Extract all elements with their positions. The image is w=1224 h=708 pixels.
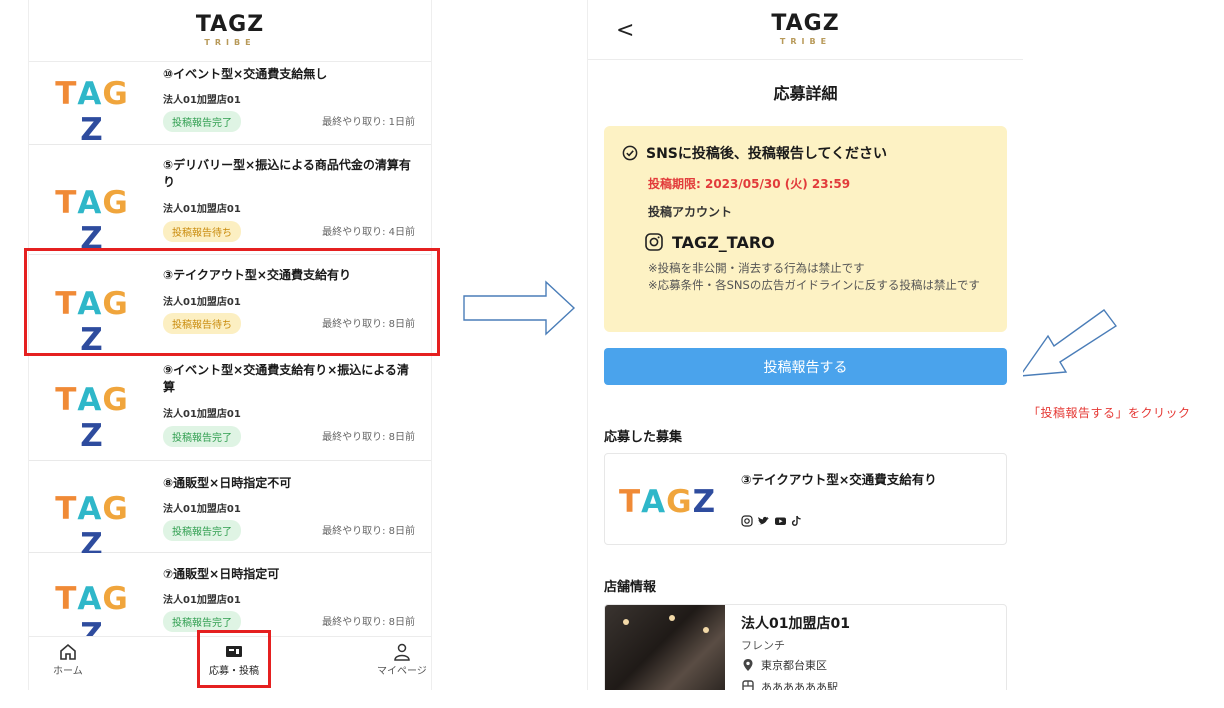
status-badge: 投稿報告完了 — [163, 426, 241, 447]
status-badge: 投稿報告完了 — [163, 611, 241, 632]
tagz-thumbnail-logo: TAGZ — [55, 286, 129, 358]
post-notice-box: SNSに投稿後、投稿報告してください 投稿期限: 2023/05/30 (火) … — [604, 126, 1007, 332]
tagz-thumbnail-logo: TAGZ — [55, 185, 129, 257]
check-circle-icon — [622, 145, 638, 161]
nav-mypage[interactable]: マイページ — [377, 643, 427, 677]
list-item-shop: 法人01加盟店01 — [163, 95, 241, 106]
notice-heading: SNSに投稿後、投稿報告してください — [622, 143, 887, 163]
nav-apply-label: 応募・投稿 — [209, 666, 259, 677]
twitter-icon — [758, 516, 769, 525]
applied-recruit-title: ③テイクアウト型×交通費支給有り — [741, 472, 937, 487]
account-label: 投稿アカウント — [648, 205, 733, 219]
shop-photo — [605, 605, 725, 690]
tagz-thumbnail-logo: TAGZ — [619, 484, 717, 520]
location-pin-icon — [743, 659, 753, 671]
shop-name: 法人01加盟店01 — [741, 616, 850, 632]
user-icon — [394, 643, 410, 661]
page-title: 応募詳細 — [773, 84, 838, 103]
train-icon — [742, 680, 754, 690]
post-deadline: 投稿期限: 2023/05/30 (火) 23:59 — [648, 177, 851, 191]
last-contact: 最終やり取り: 8日前 — [322, 319, 415, 330]
applied-recruit-card[interactable]: TAGZ ③テイクアウト型×交通費支給有り — [604, 453, 1007, 545]
nav-mypage-label: マイページ — [377, 666, 427, 677]
app-header: TAGZ TRIBE — [29, 0, 431, 62]
home-icon — [60, 643, 76, 660]
list-item[interactable]: TAGZ ⑤デリバリー型×振込による商品代金の清算有り 法人01加盟店01 投稿… — [29, 145, 431, 257]
list-item-title: ⑤デリバリー型×振込による商品代金の清算有り — [163, 158, 411, 189]
right-phone-screen: TAGZ TRIBE < 応募詳細 SNSに投稿後、投稿報告してください 投稿期… — [587, 0, 1023, 690]
shop-station: ああああああ駅 — [741, 679, 838, 690]
shop-address-text: 東京都台東区 — [761, 659, 827, 672]
application-list: TAGZ ⑩イベント型×交通費支給無し 法人01加盟店01 投稿報告完了 最終や… — [29, 62, 431, 653]
notice-note-2: ※応募条件・各SNSの広告ガイドラインに反する投稿は禁止です — [648, 278, 980, 292]
status-badge: 投稿報告完了 — [163, 111, 241, 132]
tiktok-icon — [791, 515, 801, 526]
status-badge: 投稿報告待ち — [163, 221, 241, 242]
tagz-logo: TAGZ — [195, 12, 265, 37]
last-contact: 最終やり取り: 1日前 — [322, 117, 415, 128]
list-item[interactable]: TAGZ ⑩イベント型×交通費支給無し 法人01加盟店01 投稿報告完了 最終や… — [29, 62, 431, 148]
shop-address: 東京都台東区 — [741, 657, 827, 673]
status-badge: 投稿報告待ち — [163, 313, 241, 334]
applied-section-title: 応募した募集 — [604, 430, 683, 445]
ticket-icon — [226, 646, 242, 657]
list-item-title: ⑨イベント型×交通費支給有り×振込による清算 — [163, 363, 409, 394]
app-header: TAGZ TRIBE — [588, 0, 1023, 60]
tagz-thumbnail-logo: TAGZ — [55, 382, 129, 454]
last-contact: 最終やり取り: 8日前 — [322, 526, 415, 537]
post-report-button[interactable]: 投稿報告する — [604, 348, 1007, 385]
nav-home[interactable]: ホーム — [53, 643, 83, 677]
instagram-icon — [741, 515, 753, 527]
list-item-shop: 法人01加盟店01 — [163, 204, 241, 215]
instruction-text: 「投稿報告する」をクリック — [1028, 406, 1191, 420]
shop-genre: フレンチ — [741, 639, 785, 652]
tagz-logo: TAGZ — [771, 11, 840, 36]
arrow-right-icon — [463, 280, 576, 336]
nav-home-label: ホーム — [53, 666, 83, 677]
shop-section-title: 店舗情報 — [604, 580, 657, 595]
list-item[interactable]: TAGZ ⑦通販型×日時指定可 法人01加盟店01 投稿報告完了 最終やり取り:… — [29, 553, 431, 653]
tribe-logo-sub: TRIBE — [779, 37, 832, 46]
shop-station-text: ああああああ駅 — [761, 681, 838, 690]
left-phone-screen: TAGZ TRIBE TAGZ ⑩イベント型×交通費支給無し 法人01加盟店01… — [28, 0, 432, 690]
instagram-account: TAGZ_TARO — [644, 232, 775, 252]
youtube-icon — [775, 517, 786, 525]
list-item-selected[interactable]: TAGZ ③テイクアウト型×交通費支給有り 法人01加盟店01 投稿報告待ち 最… — [29, 255, 431, 358]
back-button[interactable]: < — [616, 18, 634, 43]
tagz-thumbnail-logo: TAGZ — [55, 76, 129, 148]
list-item[interactable]: TAGZ ⑧通販型×日時指定不可 法人01加盟店01 投稿報告完了 最終やり取り… — [29, 461, 431, 563]
status-badge: 投稿報告完了 — [163, 520, 241, 541]
list-item-title: ③テイクアウト型×交通費支給有り — [163, 268, 351, 282]
list-item-shop: 法人01加盟店01 — [163, 595, 241, 606]
last-contact: 最終やり取り: 8日前 — [322, 617, 415, 628]
list-item-shop: 法人01加盟店01 — [163, 297, 241, 308]
list-item-shop: 法人01加盟店01 — [163, 409, 241, 420]
notice-heading-text: SNSに投稿後、投稿報告してください — [646, 146, 888, 162]
list-item-title: ⑧通販型×日時指定不可 — [163, 476, 292, 490]
nav-apply[interactable]: 応募・投稿 — [209, 643, 259, 677]
notice-note-1: ※投稿を非公開・消去する行為は禁止です — [648, 261, 865, 275]
tribe-logo-sub: TRIBE — [204, 38, 256, 47]
account-name: TAGZ_TARO — [672, 232, 775, 252]
shop-info-card[interactable]: 法人01加盟店01 フレンチ 東京都台東区 ああああああ駅 — [604, 604, 1007, 690]
list-item-title: ⑦通販型×日時指定可 — [163, 567, 280, 581]
list-item-shop: 法人01加盟店01 — [163, 504, 241, 515]
last-contact: 最終やり取り: 8日前 — [322, 432, 415, 443]
instagram-icon — [645, 233, 663, 251]
list-item[interactable]: TAGZ ⑨イベント型×交通費支給有り×振込による清算 法人01加盟店01 投稿… — [29, 356, 431, 461]
last-contact: 最終やり取り: 4日前 — [322, 227, 415, 238]
sns-icons — [741, 515, 802, 527]
arrow-pointer-icon — [1018, 309, 1118, 377]
bottom-nav: ホーム 応募・投稿 マイページ — [29, 636, 431, 690]
list-item-title: ⑩イベント型×交通費支給無し — [163, 67, 328, 81]
